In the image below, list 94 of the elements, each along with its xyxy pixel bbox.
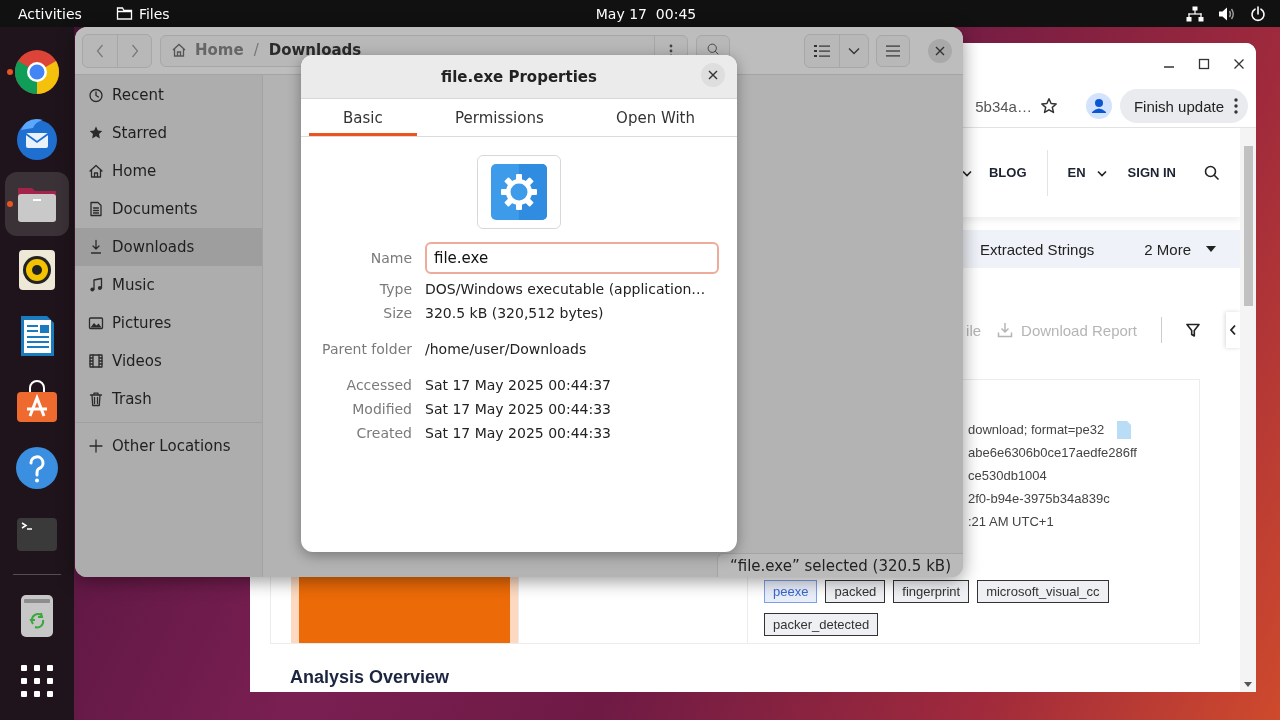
tab[interactable]: Basic	[309, 99, 417, 136]
field-label: Modified	[351, 401, 412, 417]
star-icon[interactable]	[1039, 97, 1058, 115]
update-button[interactable]: Finish update	[1119, 89, 1248, 123]
image-icon	[88, 315, 104, 331]
sidebar-item[interactable]: Documents	[75, 190, 262, 228]
music-note-icon	[88, 277, 104, 293]
report-tab[interactable]: Extracted Strings	[980, 240, 1095, 258]
field-label: Type	[378, 281, 412, 297]
sidebar-item[interactable]: Downloads	[75, 228, 262, 266]
close-button[interactable]	[928, 38, 952, 63]
sidebar-item[interactable]: Pictures	[75, 304, 262, 342]
field-label: Name	[369, 250, 412, 266]
close-icon	[708, 70, 718, 80]
app-menu-button[interactable]: Files	[107, 3, 178, 24]
field-label: Created	[355, 425, 412, 441]
section-heading: Analysis Overview	[290, 666, 451, 688]
address-text: 5b34a…	[975, 97, 1032, 115]
download-icon	[88, 239, 104, 255]
dock-item[interactable]	[5, 172, 69, 236]
detail-text: abe6e6306b0ce17aedfe286ff	[968, 445, 1137, 460]
field-label: Size	[382, 305, 412, 321]
dialog-title: file.exe Properties	[441, 67, 597, 86]
more-icon	[1234, 98, 1238, 114]
detail-text: ce530db1004	[968, 468, 1047, 483]
maximize-icon[interactable]	[1197, 57, 1211, 71]
download-icon	[997, 322, 1014, 338]
file-icon-button[interactable]	[477, 155, 561, 229]
close-icon	[935, 45, 945, 56]
field-value: 320.5 kB (320,512 bytes)	[425, 305, 605, 321]
star-icon	[88, 125, 104, 141]
name-field[interactable]: file.exe	[425, 242, 719, 274]
tag[interactable]: packer_detected	[764, 613, 879, 636]
chevron-down-icon	[848, 46, 860, 55]
list-view-icon	[814, 43, 830, 58]
chevron-right-icon	[130, 43, 139, 58]
browser-icon	[13, 48, 61, 96]
field-value: Sat 17 May 2025 00:44:33	[425, 425, 613, 441]
tab[interactable]: Permissions	[421, 99, 578, 136]
sidebar-item[interactable]: Other Locations	[75, 427, 262, 465]
status-text: “file.exe” selected (320.5 kB)	[717, 553, 963, 577]
field-label: Parent folder	[321, 341, 412, 357]
clock-icon	[88, 87, 104, 103]
sidebar-item[interactable]: Music	[75, 266, 262, 304]
plus-icon	[88, 438, 104, 454]
field-value: Sat 17 May 2025 00:44:33	[425, 401, 613, 417]
sidebar-item[interactable]: Videos	[75, 342, 262, 380]
document-icon	[88, 201, 104, 217]
path-separator: /	[253, 40, 259, 59]
close-icon[interactable]	[1232, 57, 1246, 71]
folder-icon	[115, 6, 133, 21]
filter-icon[interactable]	[1186, 323, 1200, 337]
activities-button[interactable]: Activities	[10, 3, 90, 24]
collapse-button[interactable]	[1226, 312, 1240, 348]
tab[interactable]: Open With	[582, 99, 729, 136]
help-icon	[13, 444, 61, 492]
tag[interactable]: microsoft_visual_cc	[977, 580, 1109, 603]
detail-text: :21 AM UTC+1	[968, 514, 1054, 529]
tag[interactable]: fingerprint	[893, 580, 970, 603]
sidebar-item[interactable]: Home	[75, 152, 262, 190]
report-tab[interactable]: 2 More	[1144, 240, 1216, 258]
scrollbar[interactable]	[1240, 128, 1256, 692]
volume-icon[interactable]	[1218, 5, 1236, 22]
search-icon[interactable]	[1204, 164, 1220, 181]
nav-link[interactable]: SIGN IN	[1127, 165, 1176, 180]
clock-button[interactable]: May 17 00:45	[575, 3, 705, 24]
home-icon	[171, 41, 187, 58]
search-icon	[707, 42, 719, 55]
trash-icon	[88, 391, 104, 407]
file-icon	[1116, 419, 1133, 440]
chevron-left-icon	[96, 43, 104, 58]
sidebar-item[interactable]: Recent	[75, 76, 262, 114]
chevron-left-icon	[1229, 324, 1237, 336]
field-label: Accessed	[345, 377, 412, 393]
menu-button[interactable]	[876, 34, 910, 67]
tag[interactable]: packed	[825, 580, 886, 603]
detail-text: download; format=pe32	[968, 422, 1105, 437]
menu-icon	[886, 44, 900, 57]
sidebar-item[interactable]: Starred	[75, 114, 262, 152]
field-value: DOS/Windows executable (application…	[425, 281, 707, 297]
nav-link[interactable]: BLOG	[988, 165, 1027, 180]
sidebar-item[interactable]: Trash	[75, 380, 262, 418]
film-icon	[88, 353, 104, 369]
tag[interactable]: peexe	[764, 580, 818, 603]
gear-icon	[490, 163, 548, 221]
field-value: Sat 17 May 2025 00:44:37	[425, 377, 613, 393]
close-button[interactable]	[701, 63, 725, 87]
network-icon[interactable]	[1186, 5, 1204, 22]
home-icon	[88, 163, 104, 179]
profile-icon[interactable]	[1085, 93, 1112, 119]
power-icon[interactable]	[1250, 5, 1266, 22]
nav-link[interactable]: EN	[1067, 165, 1108, 180]
field-value: /home/user/Downloads	[425, 341, 588, 357]
detail-text: 2f0-b94e-3975b34a839c	[968, 491, 1110, 506]
